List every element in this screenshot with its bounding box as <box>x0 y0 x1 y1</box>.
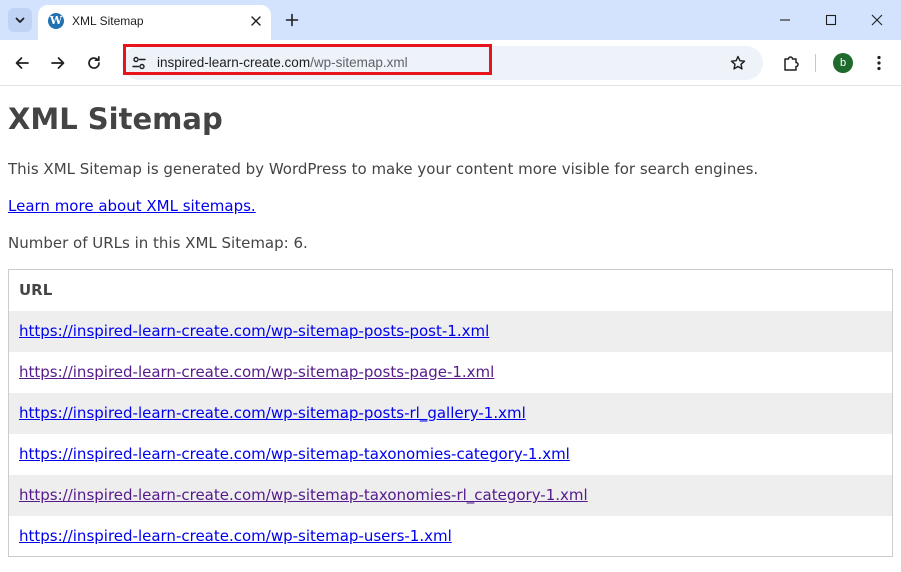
table-row: https://inspired-learn-create.com/wp-sit… <box>8 392 893 434</box>
site-info-button[interactable] <box>130 54 148 72</box>
new-tab-button[interactable] <box>280 8 304 32</box>
column-header-url: URL <box>19 281 53 300</box>
browser-menu-button[interactable] <box>868 50 890 76</box>
table-cell: https://inspired-learn-create.com/wp-sit… <box>9 434 893 475</box>
arrow-right-icon <box>51 57 65 69</box>
address-bar[interactable]: inspired-learn-create.com/wp-sitemap.xml <box>122 46 763 80</box>
table-row: https://inspired-learn-create.com/wp-sit… <box>9 516 893 557</box>
reload-icon <box>88 55 100 69</box>
page-content: XML Sitemap This XML Sitemap is generate… <box>8 87 893 557</box>
extensions-button[interactable] <box>778 50 804 76</box>
table-row: https://inspired-learn-create.com/wp-sit… <box>9 434 893 475</box>
sitemap-link[interactable]: https://inspired-learn-create.com/wp-sit… <box>19 527 452 545</box>
chevron-down-icon <box>15 17 25 23</box>
back-button[interactable] <box>9 50 35 76</box>
tab-title: XML Sitemap <box>72 14 144 28</box>
tune-icon <box>132 56 146 70</box>
star-icon <box>730 55 746 70</box>
tab-strip: W XML Sitemap <box>0 0 901 40</box>
arrow-left-icon <box>15 57 29 69</box>
sitemap-link[interactable]: https://inspired-learn-create.com/wp-sit… <box>19 486 588 504</box>
minimize-button[interactable] <box>762 0 808 40</box>
sitemap-link[interactable]: https://inspired-learn-create.com/wp-sit… <box>19 363 494 381</box>
table-row: https://inspired-learn-create.com/wp-sit… <box>8 310 893 352</box>
table-header-row: URL <box>9 270 893 311</box>
sitemap-description: This XML Sitemap is generated by WordPre… <box>8 160 759 178</box>
forward-button[interactable] <box>45 50 71 76</box>
sitemap-link[interactable]: https://inspired-learn-create.com/wp-sit… <box>19 445 570 463</box>
sitemap-link[interactable]: https://inspired-learn-create.com/wp-sit… <box>19 404 526 422</box>
close-icon <box>871 14 883 26</box>
learn-more-link[interactable]: Learn more about XML sitemaps. <box>8 196 256 216</box>
active-tab[interactable]: W XML Sitemap <box>38 5 271 40</box>
sitemap-table: URL https://inspired-learn-create.com/wp… <box>8 269 893 557</box>
sitemap-link[interactable]: https://inspired-learn-create.com/wp-sit… <box>19 322 489 340</box>
url-count: Number of URLs in this XML Sitemap: 6. <box>8 234 308 252</box>
table-cell: https://inspired-learn-create.com/wp-sit… <box>8 310 893 352</box>
url-display[interactable]: inspired-learn-create.com/wp-sitemap.xml <box>157 55 408 70</box>
table-cell: https://inspired-learn-create.com/wp-sit… <box>8 474 893 516</box>
avatar[interactable]: b <box>833 53 853 73</box>
close-window-button[interactable] <box>854 0 900 40</box>
table-row: https://inspired-learn-create.com/wp-sit… <box>9 352 893 393</box>
tab-close-button[interactable] <box>246 11 266 31</box>
tab-search-button[interactable] <box>8 8 32 32</box>
url-host: inspired-learn-create.com <box>157 55 311 70</box>
puzzle-icon <box>784 56 799 71</box>
page-title: XML Sitemap <box>8 102 223 136</box>
url-path: /wp-sitemap.xml <box>310 55 408 70</box>
reload-button[interactable] <box>81 50 107 76</box>
bookmark-button[interactable] <box>728 53 748 73</box>
kebab-menu-icon <box>877 55 881 71</box>
browser-toolbar: inspired-learn-create.com/wp-sitemap.xml… <box>0 40 901 86</box>
plus-icon <box>285 13 299 27</box>
table-cell: https://inspired-learn-create.com/wp-sit… <box>9 516 893 557</box>
table-cell: https://inspired-learn-create.com/wp-sit… <box>8 392 893 434</box>
minimize-icon <box>780 19 790 21</box>
toolbar-divider <box>815 54 816 72</box>
close-icon <box>251 16 261 26</box>
maximize-icon <box>825 14 837 26</box>
table-cell: https://inspired-learn-create.com/wp-sit… <box>9 352 893 393</box>
maximize-button[interactable] <box>808 0 854 40</box>
table-row: https://inspired-learn-create.com/wp-sit… <box>8 474 893 516</box>
wordpress-icon: W <box>48 13 64 29</box>
